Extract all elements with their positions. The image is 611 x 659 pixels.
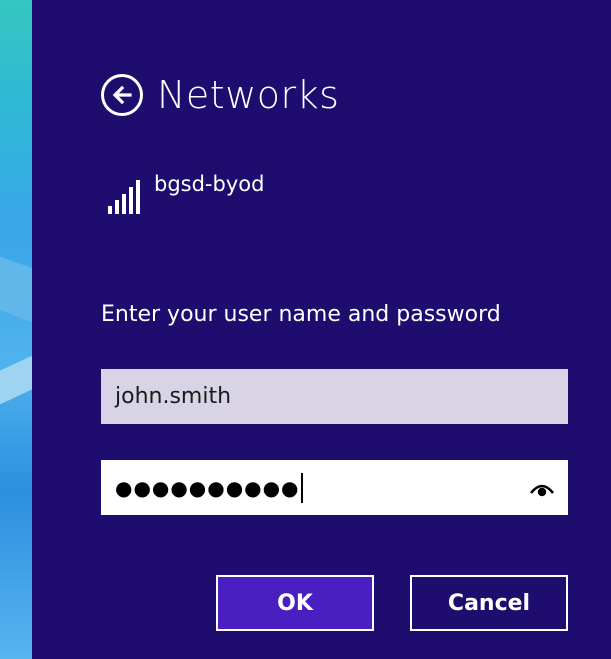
cancel-button[interactable]: Cancel bbox=[410, 575, 568, 631]
desktop-background bbox=[0, 0, 32, 659]
eye-reveal-icon[interactable] bbox=[529, 478, 555, 503]
credentials-prompt: Enter your user name and password bbox=[101, 302, 501, 327]
back-arrow-icon[interactable] bbox=[101, 74, 143, 116]
username-field[interactable]: john.smith bbox=[101, 369, 568, 424]
password-value: ●●●●●●●●●● bbox=[115, 475, 300, 500]
wifi-signal-icon bbox=[108, 172, 140, 214]
page-title: Networks bbox=[157, 73, 340, 117]
username-value: john.smith bbox=[115, 384, 232, 409]
panel-header: Networks bbox=[101, 70, 339, 120]
network-name: bgsd-byod bbox=[154, 172, 265, 196]
text-caret bbox=[300, 472, 303, 503]
ok-button[interactable]: OK bbox=[216, 575, 374, 631]
password-field[interactable]: ●●●●●●●●●● bbox=[101, 460, 568, 515]
network-entry: bgsd-byod bbox=[108, 172, 264, 214]
